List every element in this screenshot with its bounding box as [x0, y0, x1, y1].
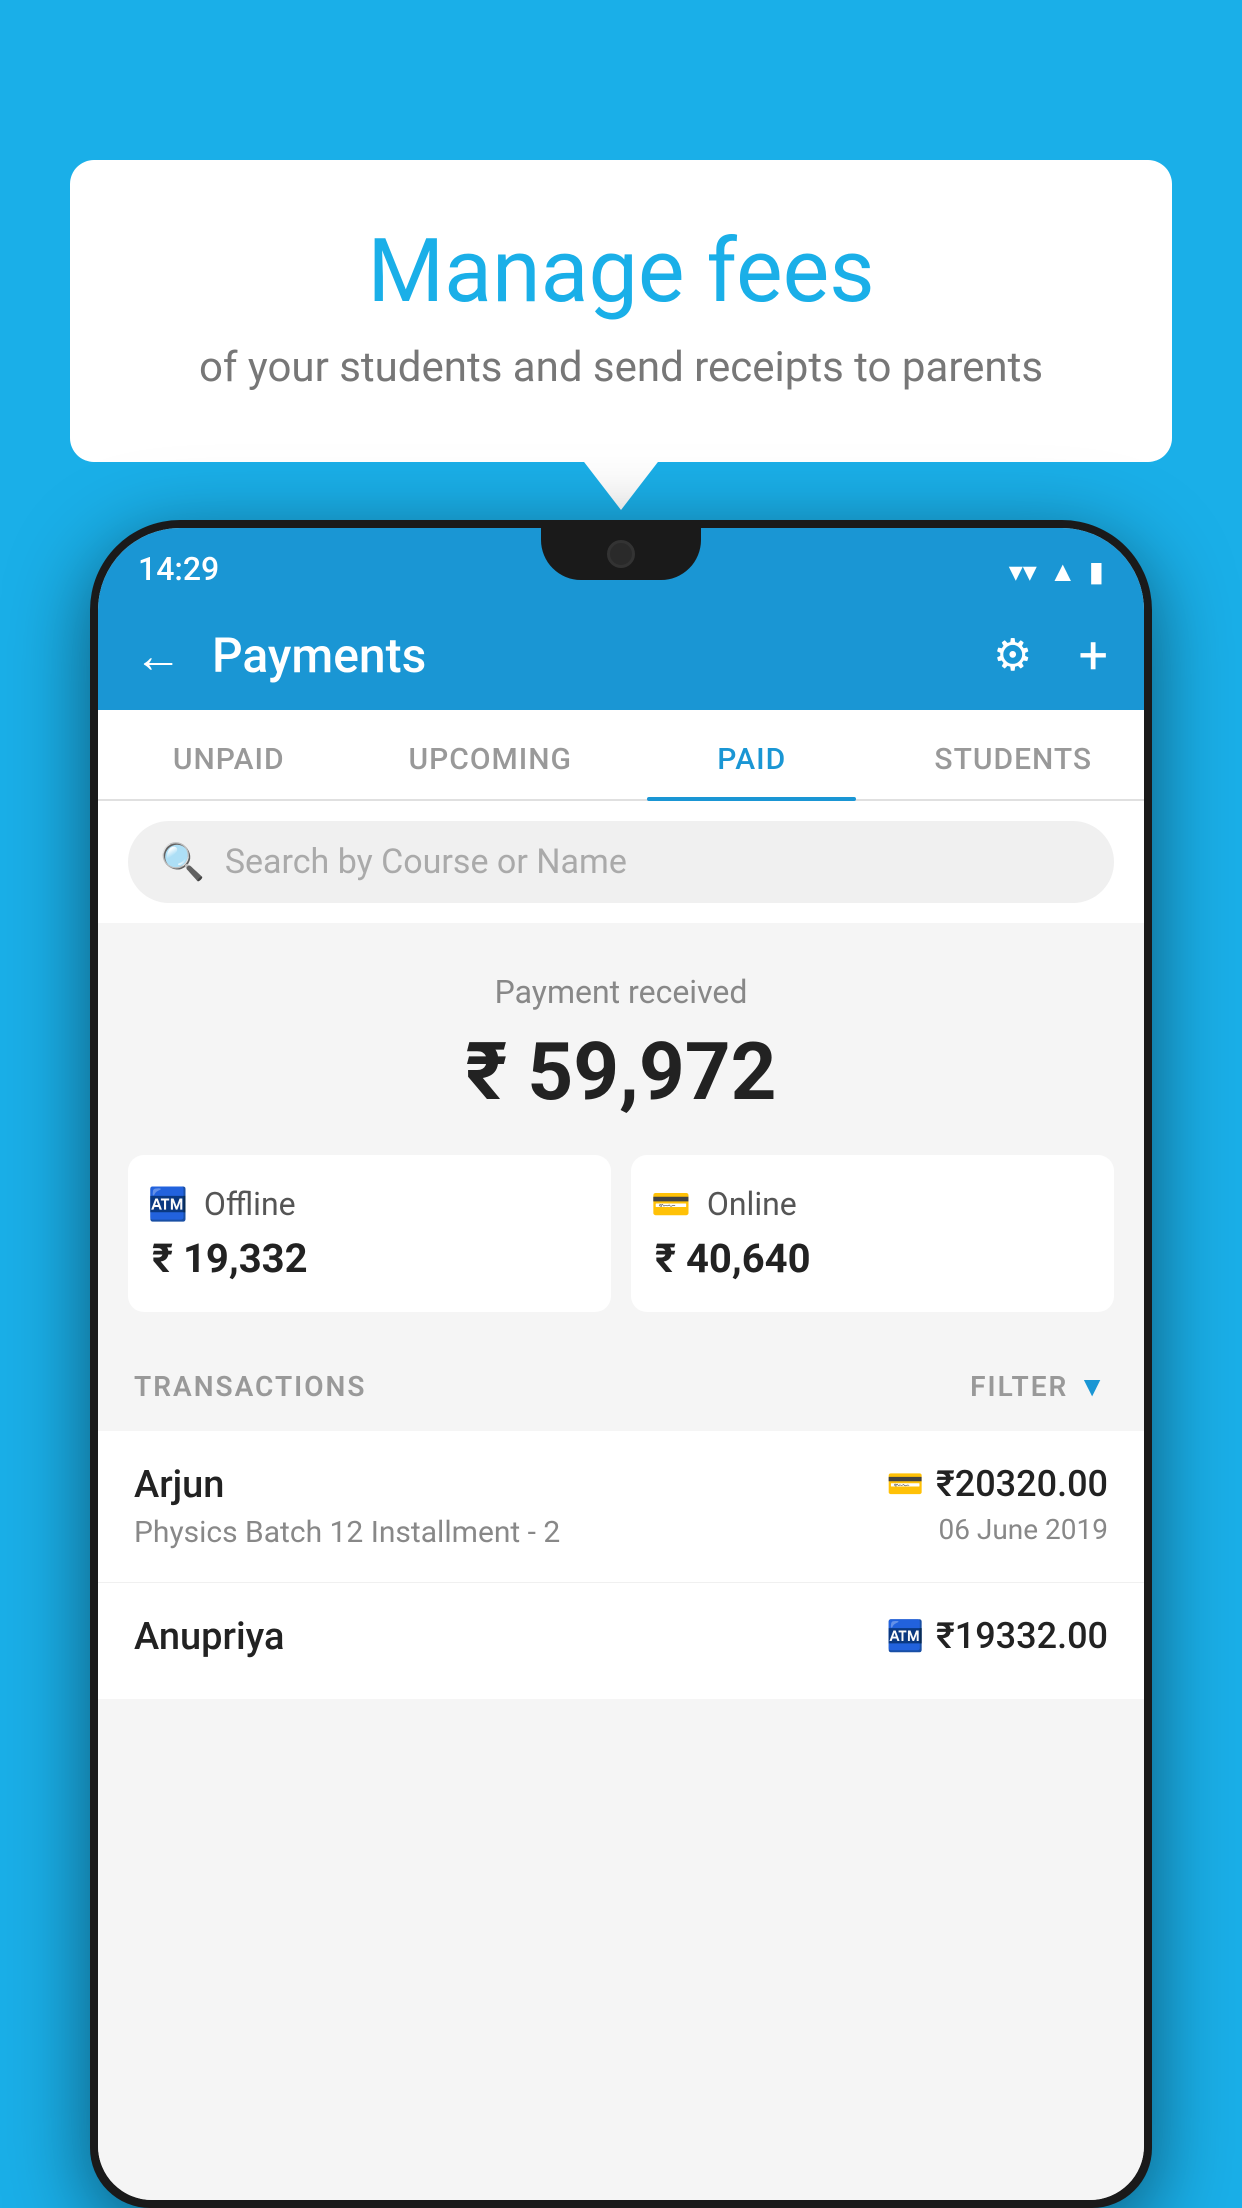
speech-bubble: Manage fees of your students and send re…	[70, 160, 1172, 462]
phone-notch	[541, 528, 701, 580]
speech-bubble-title: Manage fees	[150, 220, 1092, 323]
transaction-left: Arjun Physics Batch 12 Installment - 2	[134, 1463, 560, 1550]
search-input-placeholder[interactable]: Search by Course or Name	[225, 842, 627, 882]
transaction-left: Anupriya	[134, 1615, 284, 1667]
payment-received-label: Payment received	[128, 973, 1114, 1011]
search-bar[interactable]: 🔍 Search by Course or Name	[128, 821, 1114, 903]
transactions-label: TRANSACTIONS	[134, 1370, 366, 1403]
transaction-right: 🏧 ₹19332.00	[887, 1615, 1108, 1665]
transactions-header: TRANSACTIONS FILTER ▼	[98, 1342, 1144, 1431]
online-payment-icon: 💳	[887, 1467, 924, 1502]
tabs-bar: UNPAID UPCOMING PAID STUDENTS	[98, 710, 1144, 801]
online-icon: 💳	[651, 1185, 691, 1223]
offline-label: Offline	[204, 1185, 296, 1223]
search-bar-wrapper: 🔍 Search by Course or Name	[98, 801, 1144, 923]
online-payment-card: 💳 Online ₹ 40,640	[631, 1155, 1114, 1312]
tab-students[interactable]: STUDENTS	[883, 710, 1145, 799]
tab-unpaid[interactable]: UNPAID	[98, 710, 360, 799]
back-button[interactable]: ←	[134, 627, 182, 684]
online-amount: ₹ 40,640	[651, 1235, 1094, 1282]
transaction-course: Physics Batch 12 Installment - 2	[134, 1515, 560, 1550]
gear-icon[interactable]: ⚙	[993, 629, 1032, 681]
payment-total-amount: ₹ 59,972	[128, 1025, 1114, 1119]
phone-inner: 14:29 ▾▾ ▲ ▮ ← Payments ⚙ + UNPAID UPCOM…	[98, 528, 1144, 2200]
offline-payment-card: 🏧 Offline ₹ 19,332	[128, 1155, 611, 1312]
app-bar-title: Payments	[212, 627, 963, 684]
filter-icon: ▼	[1078, 1370, 1108, 1403]
transaction-amount-row: 💳 ₹20320.00	[887, 1463, 1108, 1505]
status-icons: ▾▾ ▲ ▮	[1009, 555, 1104, 588]
transaction-name: Arjun	[134, 1463, 560, 1507]
battery-icon: ▮	[1089, 555, 1104, 588]
content-area: 🔍 Search by Course or Name Payment recei…	[98, 801, 1144, 2200]
phone-camera	[607, 540, 635, 568]
tab-paid[interactable]: PAID	[621, 710, 883, 799]
online-label: Online	[707, 1185, 797, 1223]
offline-card-header: 🏧 Offline	[148, 1185, 591, 1223]
payment-cards: 🏧 Offline ₹ 19,332 💳 Online ₹ 40,640	[128, 1155, 1114, 1312]
speech-bubble-subtitle: of your students and send receipts to pa…	[150, 343, 1092, 392]
transaction-row[interactable]: Anupriya 🏧 ₹19332.00	[98, 1583, 1144, 1699]
signal-icon: ▲	[1049, 555, 1077, 588]
offline-amount: ₹ 19,332	[148, 1235, 591, 1282]
transaction-name: Anupriya	[134, 1615, 284, 1659]
transaction-date: 06 June 2019	[887, 1513, 1108, 1546]
add-button[interactable]: +	[1078, 625, 1108, 686]
offline-payment-icon: 🏧	[887, 1619, 924, 1654]
tab-upcoming[interactable]: UPCOMING	[360, 710, 622, 799]
transaction-amount: ₹20320.00	[936, 1463, 1108, 1505]
status-time: 14:29	[138, 550, 219, 588]
offline-icon: 🏧	[148, 1185, 188, 1223]
filter-text: FILTER	[970, 1370, 1068, 1403]
online-card-header: 💳 Online	[651, 1185, 1094, 1223]
transaction-row[interactable]: Arjun Physics Batch 12 Installment - 2 💳…	[98, 1431, 1144, 1583]
wifi-icon: ▾▾	[1009, 555, 1037, 588]
transaction-right: 💳 ₹20320.00 06 June 2019	[887, 1463, 1108, 1546]
app-bar: ← Payments ⚙ +	[98, 600, 1144, 710]
filter-button[interactable]: FILTER ▼	[970, 1370, 1108, 1403]
transaction-amount-row: 🏧 ₹19332.00	[887, 1615, 1108, 1657]
speech-bubble-container: Manage fees of your students and send re…	[70, 160, 1172, 462]
payment-summary: Payment received ₹ 59,972 🏧 Offline ₹ 19…	[98, 923, 1144, 1342]
transaction-amount: ₹19332.00	[936, 1615, 1108, 1657]
phone-frame: 14:29 ▾▾ ▲ ▮ ← Payments ⚙ + UNPAID UPCOM…	[90, 520, 1152, 2208]
search-icon: 🔍	[160, 841, 205, 883]
